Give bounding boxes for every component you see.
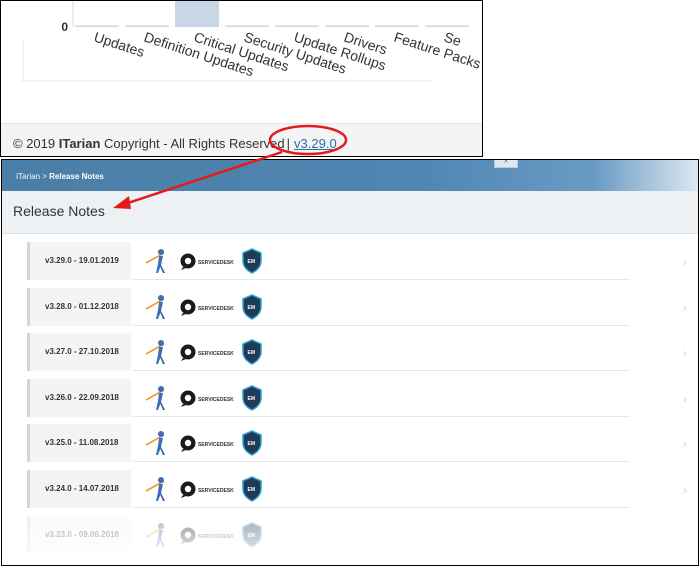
chevron-right-icon[interactable]: › — [683, 301, 687, 315]
itarian-icon — [145, 340, 165, 364]
service-desk-icon: SERVICEDESK — [180, 299, 234, 316]
release-version-label[interactable]: v3.28.0 - 01.12.2018 — [27, 288, 131, 326]
brand-name: ITarian — [58, 136, 101, 151]
patch-chart-svg: 0UpdatesDefinition UpdatesCritical Updat… — [22, 1, 483, 82]
itarian-icon — [145, 249, 165, 273]
svg-text:SERVICEDESK: SERVICEDESK — [198, 351, 234, 357]
endpoint-manager-icon: EM — [242, 248, 262, 274]
svg-text:EM: EM — [248, 441, 256, 447]
svg-text:SERVICEDESK: SERVICEDESK — [198, 260, 234, 266]
endpoint-manager-icon: EM — [242, 522, 262, 548]
svg-text:EM: EM — [248, 487, 256, 493]
title-bar: Release Notes — [2, 191, 698, 234]
chevron-right-icon[interactable]: › — [683, 392, 687, 406]
chart-bar[interactable] — [325, 25, 369, 28]
release-row[interactable]: v3.25.0 - 11.08.2018 SERVICEDESK EM › — [27, 424, 687, 462]
endpoint-manager-icon: EM — [242, 430, 262, 456]
svg-text:SERVICEDESK: SERVICEDESK — [198, 534, 234, 540]
svg-text:SERVICEDESK: SERVICEDESK — [198, 488, 234, 494]
chart-bar[interactable] — [75, 25, 119, 28]
y-tick-label: 0 — [61, 20, 68, 34]
service-desk-icon: SERVICEDESK — [180, 435, 234, 452]
row-divider — [133, 370, 630, 371]
chart-bar[interactable] — [225, 25, 269, 28]
chevron-up-icon: ^ — [504, 160, 508, 167]
x-tick-label: Feature Packs — [392, 29, 483, 72]
svg-text:EM: EM — [248, 305, 256, 311]
service-desk-icon: SERVICEDESK — [180, 527, 234, 544]
chart-bar[interactable] — [375, 25, 419, 28]
release-row[interactable]: v3.28.0 - 01.12.2018 SERVICEDESK EM › — [27, 288, 687, 326]
release-row[interactable]: v3.26.0 - 22.09.2018 SERVICEDESK EM › — [27, 379, 687, 417]
chart-bar[interactable] — [425, 25, 469, 28]
chevron-right-icon[interactable]: › — [683, 437, 687, 451]
x-tick-label: Updates — [92, 29, 147, 60]
itarian-icon — [145, 477, 165, 501]
svg-text:SERVICEDESK: SERVICEDESK — [198, 306, 234, 312]
row-divider — [133, 461, 630, 462]
release-version-label[interactable]: v3.27.0 - 27.10.2018 — [27, 333, 131, 371]
collapse-header-button[interactable]: ^ — [494, 160, 518, 168]
release-list: v3.29.0 - 19.01.2019 SERVICEDESK EM › v3.28.… — [2, 234, 698, 565]
copyright-suffix: Copyright - All Rights Reserved — [100, 136, 285, 151]
svg-text:EM: EM — [248, 396, 256, 402]
svg-text:SERVICEDESK: SERVICEDESK — [198, 397, 234, 403]
release-row[interactable]: v3.23.0 - 09.06.2018 SERVICEDESK EM › — [27, 516, 687, 554]
chart-bar[interactable] — [125, 25, 169, 28]
itarian-icon — [145, 431, 165, 455]
release-row[interactable]: v3.24.0 - 14.07.2018 SERVICEDESK EM › — [27, 470, 687, 508]
service-desk-icon: SERVICEDESK — [180, 253, 234, 270]
footer-separator: | — [286, 136, 291, 151]
chevron-right-icon[interactable]: › — [683, 529, 687, 543]
itarian-icon — [145, 523, 165, 547]
release-row[interactable]: v3.29.0 - 19.01.2019 SERVICEDESK EM › — [27, 242, 687, 280]
version-link[interactable]: v3.29.0 — [294, 136, 337, 151]
release-version-label[interactable]: v3.25.0 - 11.08.2018 — [27, 424, 131, 462]
itarian-icon — [145, 295, 165, 319]
endpoint-manager-icon: EM — [242, 476, 262, 502]
svg-text:EM: EM — [248, 533, 256, 539]
svg-text:EM: EM — [248, 259, 256, 265]
release-version-label[interactable]: v3.29.0 - 19.01.2019 — [27, 242, 131, 280]
row-divider — [133, 507, 630, 508]
app-header: ^ ITarian > Release Notes — [2, 160, 698, 191]
patch-chart: 0 Updates Definition Updates Critical Updat… — [1, 1, 483, 121]
itarian-icon — [145, 386, 165, 410]
breadcrumb-separator: > — [42, 172, 47, 181]
chevron-right-icon[interactable]: › — [683, 255, 687, 269]
breadcrumb: ITarian > Release Notes — [16, 172, 104, 181]
breadcrumb-current: Release Notes — [49, 172, 104, 181]
endpoint-manager-icon: EM — [242, 339, 262, 365]
dashboard-panel: 0 Updates Definition Updates Critical Updat… — [0, 0, 483, 157]
page-footer: © 2019 ITarian Copyright - All Rights Re… — [1, 123, 482, 156]
release-version-label[interactable]: v3.23.0 - 09.06.2018 — [27, 516, 131, 554]
svg-text:EM: EM — [248, 350, 256, 356]
chevron-right-icon[interactable]: › — [683, 346, 687, 360]
breadcrumb-root[interactable]: ITarian — [16, 172, 40, 181]
service-desk-icon: SERVICEDESK — [180, 390, 234, 407]
row-divider — [133, 416, 630, 417]
chart-bar[interactable] — [275, 25, 319, 28]
release-row[interactable]: v3.27.0 - 27.10.2018 SERVICEDESK EM › — [27, 333, 687, 371]
chart-bar[interactable] — [175, 1, 219, 27]
service-desk-icon: SERVICEDESK — [180, 344, 234, 361]
row-divider — [133, 325, 630, 326]
release-version-label[interactable]: v3.26.0 - 22.09.2018 — [27, 379, 131, 417]
row-divider — [133, 553, 630, 554]
row-divider — [133, 279, 630, 280]
service-desk-icon: SERVICEDESK — [180, 481, 234, 498]
svg-text:SERVICEDESK: SERVICEDESK — [198, 442, 234, 448]
release-version-label[interactable]: v3.24.0 - 14.07.2018 — [27, 470, 131, 508]
endpoint-manager-icon: EM — [242, 385, 262, 411]
copyright-prefix: © 2019 — [13, 136, 59, 151]
release-notes-window: ^ ITarian > Release Notes Release Notes … — [1, 159, 699, 566]
endpoint-manager-icon: EM — [242, 294, 262, 320]
page-title: Release Notes — [13, 203, 105, 219]
chevron-right-icon[interactable]: › — [683, 483, 687, 497]
footer-copyright: © 2019 ITarian Copyright - All Rights Re… — [13, 136, 337, 151]
